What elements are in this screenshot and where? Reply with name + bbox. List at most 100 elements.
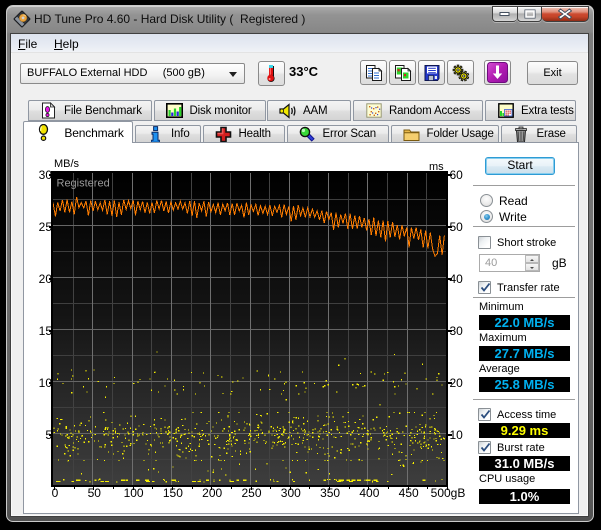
menu-file[interactable]: File (18, 37, 37, 51)
short-stroke-checkbox[interactable] (478, 236, 491, 249)
minimum-value: 22.0 MB/s (479, 315, 570, 330)
benchmark-page: MB/s ms Registered 30 25 20 15 10 60 50 … (23, 142, 579, 514)
capacity-unit-label: gB (552, 256, 567, 270)
temperature-value: 33°C (289, 64, 319, 79)
down-arrow-icon (530, 266, 534, 269)
erase-icon (513, 126, 530, 143)
copy-text-button[interactable] (360, 60, 387, 85)
axis-tick-label: 450 (398, 485, 419, 500)
tab-disk-monitor[interactable]: Disk monitor (153, 100, 266, 121)
capacity-spinner[interactable]: 40 (479, 254, 540, 272)
tab-random-access[interactable]: Random Access (353, 100, 483, 121)
tab-file-benchmark[interactable]: File Benchmark (28, 100, 152, 121)
up-arrow-icon (530, 258, 534, 261)
left-axis-unit: MB/s (54, 158, 80, 170)
tab-benchmark[interactable]: Benchmark (23, 121, 134, 143)
info-icon (147, 125, 164, 143)
access-time-value: 9.29 ms (479, 423, 570, 438)
axis-tick-label: 500gB (430, 485, 466, 500)
read-radio[interactable] (480, 194, 493, 207)
random-access-icon (365, 102, 382, 119)
tab-label: Error Scan (322, 128, 377, 140)
tab-label: Benchmark (64, 125, 124, 140)
dropdown-arrow-icon (229, 72, 237, 77)
axis-tick (448, 433, 452, 436)
copy-text-icon (365, 64, 382, 81)
axis-tick (447, 487, 448, 490)
title-bar[interactable]: HD Tune Pro 4.60 - Hard Disk Utility ( R… (7, 6, 593, 34)
tab-label: Extra tests (521, 104, 574, 117)
axis-tick (388, 487, 390, 489)
tab-erase[interactable]: Erase (500, 125, 577, 143)
close-button[interactable] (542, 6, 589, 22)
axis-tick (230, 487, 232, 489)
save-icon (424, 64, 439, 81)
menu-bar: File Help (11, 34, 588, 53)
temperature-button[interactable] (258, 61, 285, 86)
separator (473, 185, 575, 187)
benchmark-icon (35, 124, 52, 141)
maximum-label: Maximum (479, 332, 527, 344)
separator (473, 226, 575, 228)
tab-label: Folder Usage (426, 128, 494, 140)
plot-canvas: Registered (53, 172, 446, 485)
axis-tick (289, 487, 291, 490)
check-icon (480, 409, 491, 419)
axis-tick (448, 225, 452, 228)
disk-monitor-icon (165, 102, 183, 119)
spinner-up-button[interactable] (525, 255, 539, 263)
start-label: Start (507, 158, 533, 172)
axis-tick (309, 487, 311, 489)
menu-help[interactable]: Help (54, 37, 79, 51)
axis-tick (49, 381, 53, 384)
tab-aam[interactable]: AAM (267, 100, 351, 121)
axis-tick (54, 487, 55, 490)
client-area: File Help BUFFALO External HDD (500 gB) … (10, 33, 589, 517)
tab-extra-tests[interactable]: Extra tests (485, 100, 576, 121)
axis-tick (407, 487, 409, 490)
transfer-rate-checkbox[interactable] (478, 281, 491, 294)
minimum-label: Minimum (479, 301, 524, 313)
copy-image-button[interactable] (389, 60, 416, 85)
error-scan-icon (299, 126, 316, 143)
access-time-checkbox[interactable] (478, 408, 491, 421)
maximize-icon (524, 9, 535, 19)
exit-button[interactable]: Exit (527, 61, 578, 85)
radio-selected-dot (483, 213, 490, 220)
axis-tick (93, 487, 95, 490)
write-radio[interactable] (480, 210, 493, 223)
axis-tick (49, 173, 53, 176)
close-icon (558, 8, 572, 20)
drive-select-dropdown[interactable]: BUFFALO External HDD (500 gB) (20, 63, 245, 84)
tab-info[interactable]: Info (135, 125, 201, 143)
minimize-button[interactable] (492, 6, 517, 22)
axis-tick (329, 487, 331, 490)
exit-label: Exit (543, 67, 562, 79)
start-button[interactable]: Start (485, 157, 555, 175)
axis-tick-label: 400 (359, 485, 380, 500)
minimize-icon (499, 12, 510, 16)
write-label: Write (499, 210, 527, 224)
spinner-down-button[interactable] (525, 263, 539, 271)
axis-tick (211, 487, 213, 490)
burst-rate-checkbox[interactable] (478, 441, 491, 454)
file-benchmark-icon (40, 102, 57, 119)
save-button[interactable] (418, 60, 445, 85)
axis-tick (448, 329, 452, 332)
axis-tick (448, 277, 452, 280)
options-button[interactable] (447, 60, 474, 85)
cpu-usage-value: 1.0% (479, 489, 570, 504)
maximize-button[interactable] (517, 6, 542, 22)
tab-folder-usage[interactable]: Folder Usage (390, 125, 499, 143)
gears-icon (452, 64, 469, 82)
maximum-value: 27.7 MB/s (479, 346, 570, 361)
update-check-button[interactable] (484, 60, 511, 85)
axis-tick (49, 225, 53, 228)
tab-error-scan[interactable]: Error Scan (286, 125, 389, 143)
transfer-rate-label: Transfer rate (497, 282, 560, 294)
axis-tick (49, 277, 53, 280)
drive-select-value: BUFFALO External HDD (500 gB) (27, 67, 205, 79)
short-stroke-label: Short stroke (497, 237, 557, 249)
tab-health[interactable]: Health (202, 125, 285, 143)
axis-tick-label: 50 (87, 485, 101, 500)
